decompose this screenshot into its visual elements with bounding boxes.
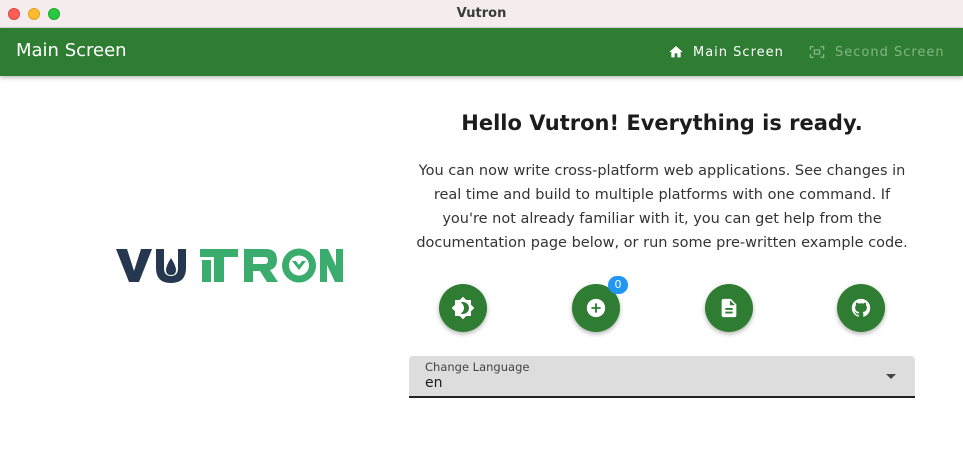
github-icon <box>851 298 871 317</box>
toggle-theme-button[interactable] <box>439 284 487 332</box>
plus-circle-icon <box>586 298 606 318</box>
window-title: Vutron <box>456 6 507 21</box>
language-select[interactable]: Change Language en <box>409 356 915 398</box>
welcome-heading: Hello Vutron! Everything is ready. <box>461 111 863 135</box>
nav-main-screen-label: Main Screen <box>693 44 784 60</box>
screenshot-icon <box>809 46 825 58</box>
nav-second-screen-label: Second Screen <box>835 44 945 60</box>
welcome-description: You can now write cross-platform web app… <box>416 163 908 251</box>
language-select-value: en <box>425 375 443 391</box>
window-titlebar: Vutron <box>0 0 963 28</box>
github-button[interactable] <box>837 284 885 332</box>
language-select-label: Change Language <box>425 360 530 374</box>
brightness-icon <box>451 296 475 320</box>
nav-main-screen-button[interactable]: Main Screen <box>668 28 784 76</box>
chevron-down-icon <box>886 374 896 379</box>
nav-second-screen-button[interactable]: Second Screen <box>808 28 945 76</box>
document-icon <box>721 298 737 318</box>
app-bar-title: Main Screen <box>16 40 127 61</box>
documentation-button[interactable] <box>705 284 753 332</box>
count-badge: 0 <box>608 276 628 294</box>
app-bar: Main Screen Main Screen Second Screen <box>0 28 963 76</box>
vutron-logo-image <box>116 248 343 283</box>
home-icon <box>669 46 683 58</box>
vutron-logo <box>114 244 344 290</box>
